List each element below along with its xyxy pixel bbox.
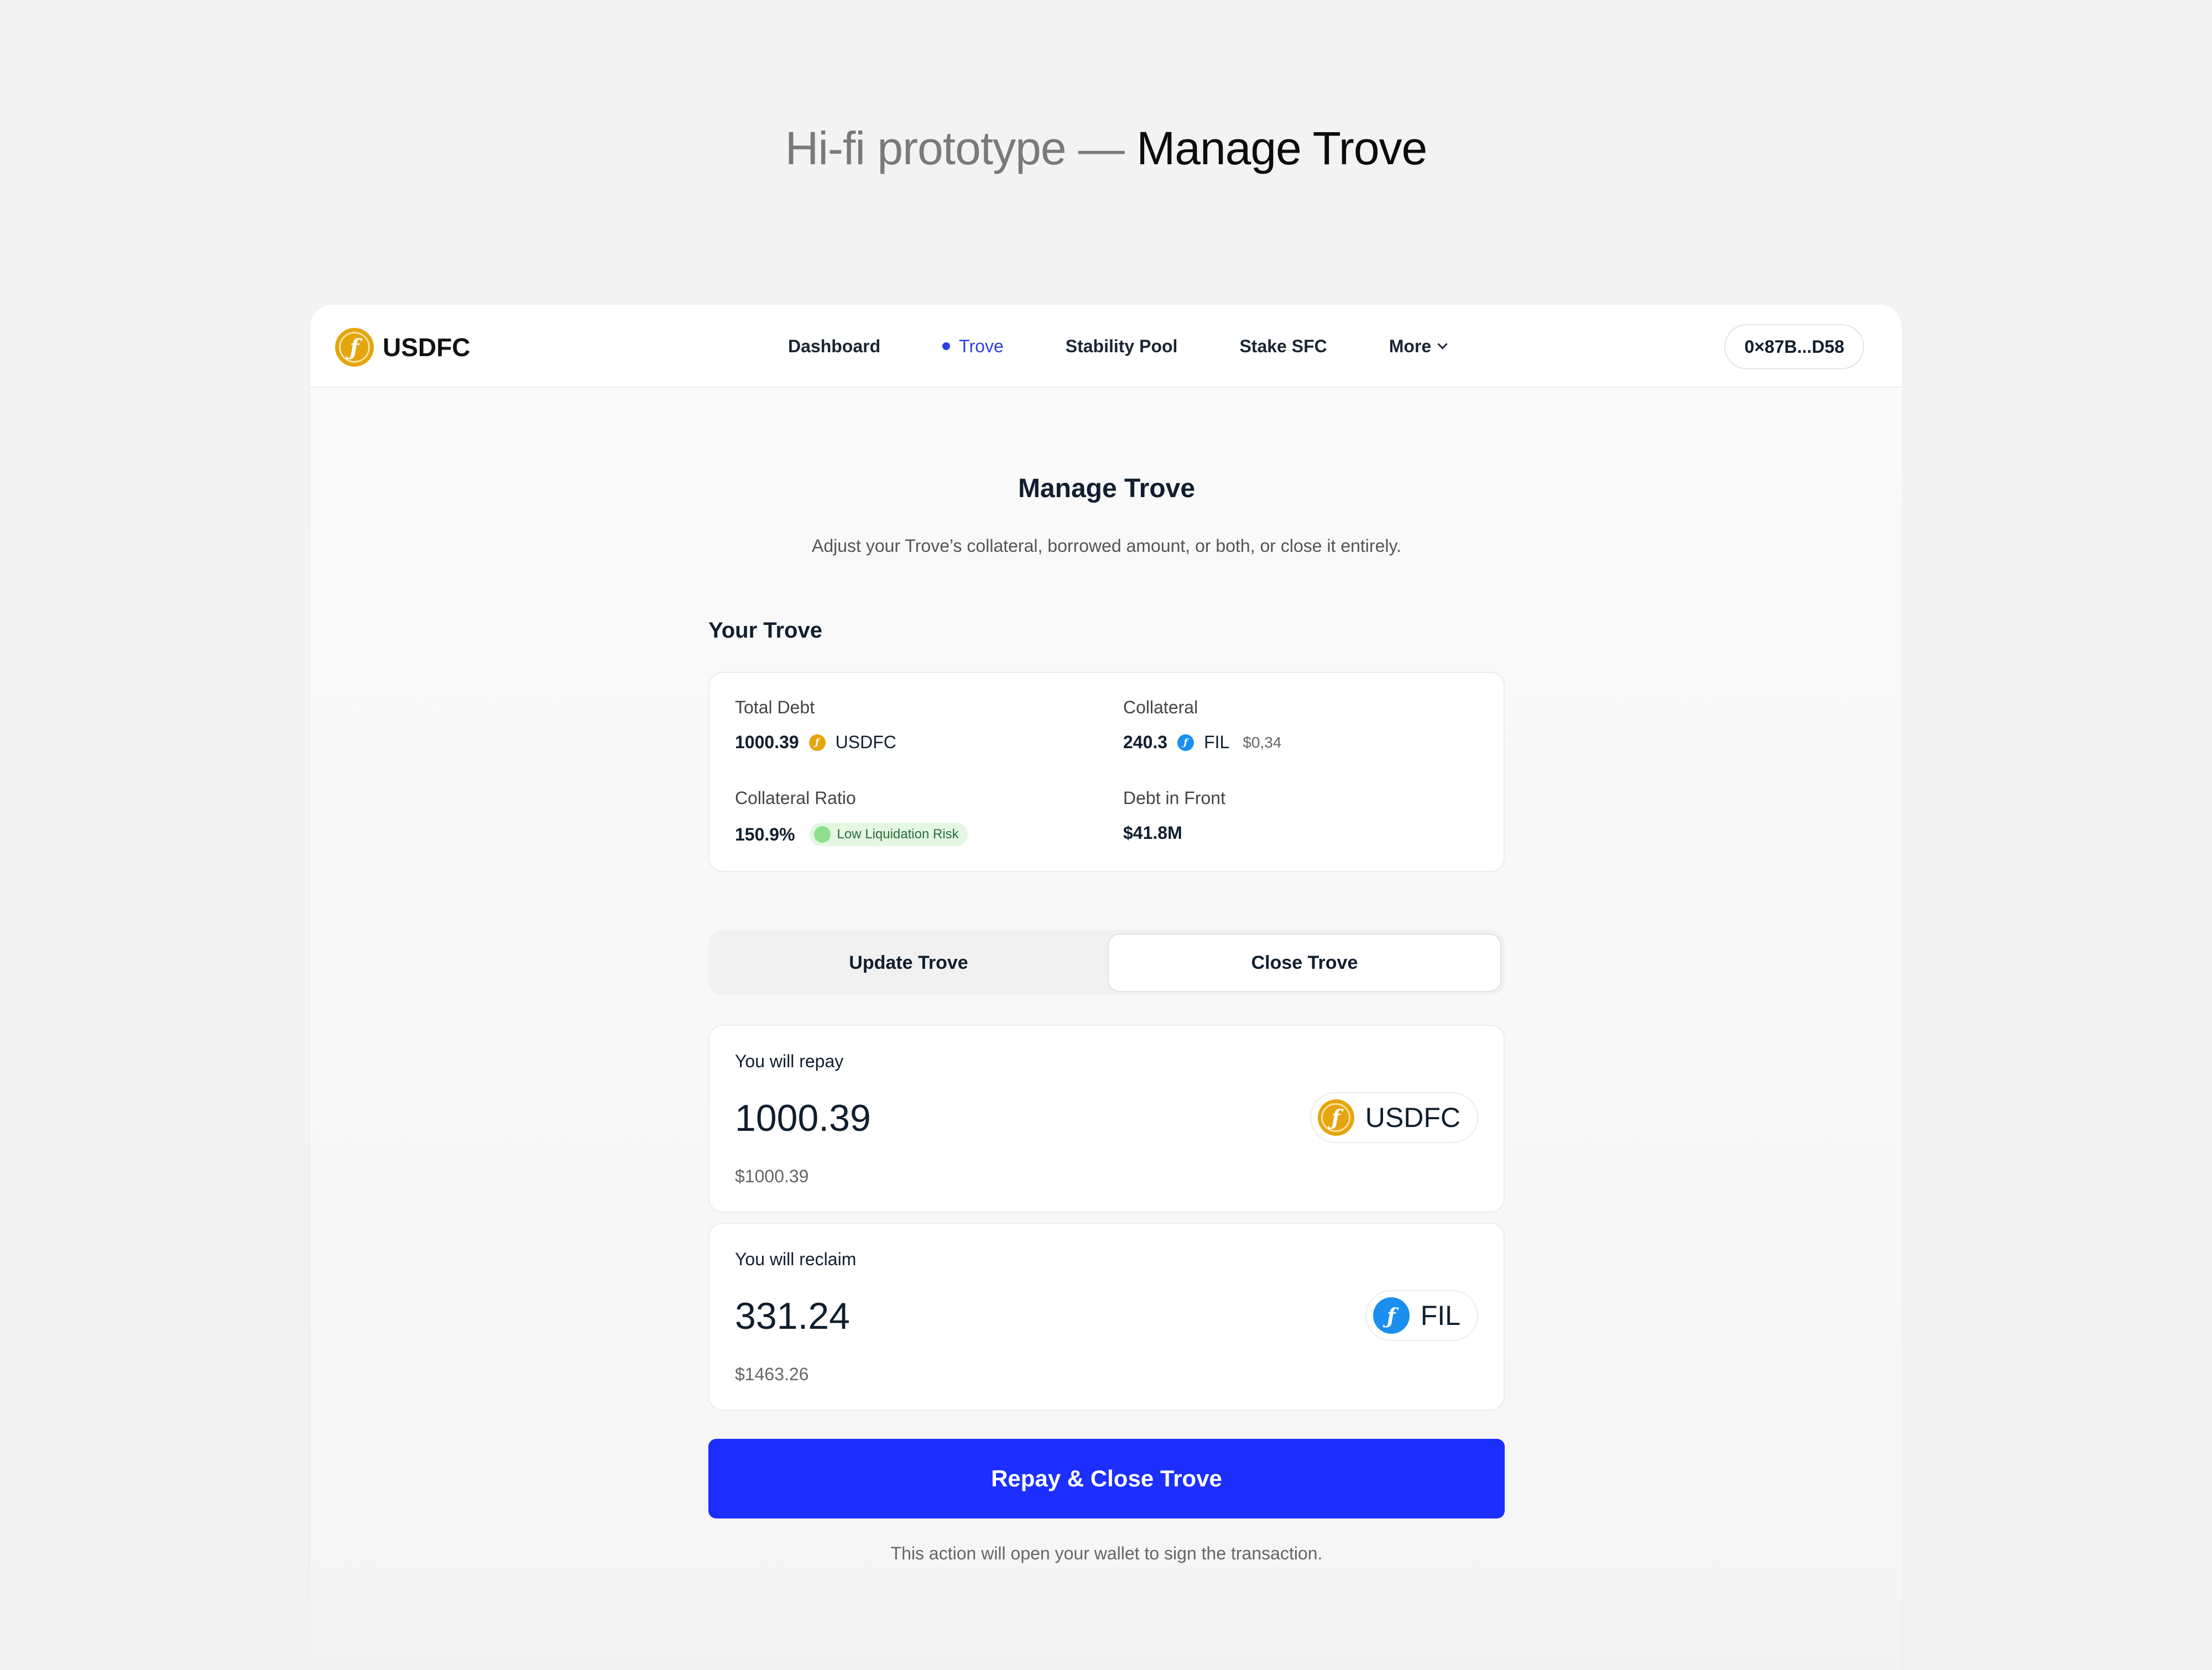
repay-usd-value: $1000.39 (735, 1166, 809, 1186)
brand-name: USDFC (383, 333, 471, 362)
collateral-ratio-cell: Collateral Ratio 150.9% Low Liquidation … (735, 788, 968, 846)
trove-summary-card: Total Debt 1000.39 ƒ USDFC Collateral 24… (708, 672, 1505, 872)
usdfc-coin-icon: ƒ (808, 734, 826, 751)
risk-badge-label: Low Liquidation Risk (837, 827, 959, 842)
fil-coin-icon: ƒ (1373, 1297, 1410, 1334)
reclaim-token-pill: ƒ FIL (1365, 1290, 1478, 1341)
nav-item-dashboard[interactable]: Dashboard (788, 336, 880, 357)
total-debt-label: Total Debt (735, 697, 815, 717)
brand-logo[interactable]: ƒ USDFC (335, 328, 470, 367)
risk-badge: Low Liquidation Risk (809, 823, 968, 846)
total-debt-value: 1000.39 (735, 732, 799, 752)
usdfc-coin-icon: ƒ (335, 328, 374, 367)
total-debt-unit: USDFC (835, 732, 896, 752)
repay-card: You will repay 1000.39 $1000.39 ƒ USDFC (708, 1025, 1505, 1213)
usdfc-coin-icon: ƒ (1317, 1099, 1354, 1136)
hero-heading: Hi-fi prototype — Manage Trove (0, 122, 2212, 175)
collateral-cell: Collateral 240.3 ƒ FIL $0,34 (1123, 697, 1281, 753)
repay-token-pill: ƒ USDFC (1310, 1092, 1478, 1143)
nav-item-stability-pool[interactable]: Stability Pool (1066, 336, 1178, 357)
reclaim-card: You will reclaim 331.24 $1463.26 ƒ FIL (708, 1223, 1505, 1411)
fil-price: $0,34 (1243, 733, 1282, 751)
app-window: ƒ USDFC Dashboard Trove Stability Pool S… (310, 305, 1902, 1670)
debt-in-front-cell: Debt in Front $41.8M (1123, 788, 1225, 843)
total-debt-cell: Total Debt 1000.39 ƒ USDFC (735, 697, 896, 753)
section-title: Your Trove (708, 618, 822, 643)
collateral-ratio-row: 150.9% Low Liquidation Risk (735, 823, 968, 846)
tab-close-trove[interactable]: Close Trove (1108, 933, 1501, 992)
hero-title: Manage Trove (1136, 122, 1427, 174)
repay-amount: 1000.39 (735, 1097, 871, 1139)
collateral-ratio-value: 150.9% (735, 824, 795, 844)
chevron-down-icon (1437, 338, 1448, 349)
trove-action-tabs: Update Trove Close Trove (708, 930, 1505, 995)
repay-label: You will repay (735, 1051, 844, 1071)
top-nav: ƒ USDFC Dashboard Trove Stability Pool S… (310, 305, 1902, 388)
active-dot-icon (942, 342, 951, 350)
main-menu: Dashboard Trove Stability Pool Stake SFC… (788, 305, 1508, 388)
collateral-ratio-label: Collateral Ratio (735, 788, 856, 808)
debt-in-front-value: $41.8M (1123, 823, 1182, 843)
page-title: Manage Trove (1018, 474, 1196, 503)
collateral-value-row: 240.3 ƒ FIL $0,34 (1123, 732, 1281, 753)
fil-coin-icon: ƒ (1177, 734, 1194, 751)
nav-item-stake-sfc[interactable]: Stake SFC (1239, 336, 1327, 357)
nav-item-more[interactable]: More (1389, 336, 1448, 357)
debt-in-front-label: Debt in Front (1123, 788, 1225, 808)
collateral-unit: FIL (1204, 732, 1230, 752)
page-subtitle: Adjust your Trove’s collateral, borrowed… (812, 536, 1401, 556)
nav-item-trove[interactable]: Trove (942, 336, 1004, 357)
repay-token-label: USDFC (1365, 1102, 1460, 1133)
tab-update-trove[interactable]: Update Trove (712, 933, 1105, 992)
collateral-value: 240.3 (1123, 732, 1168, 752)
collateral-label: Collateral (1123, 697, 1198, 717)
footnote: This action will open your wallet to sig… (890, 1543, 1323, 1563)
reclaim-amount: 331.24 (735, 1295, 850, 1337)
status-dot-icon (813, 826, 831, 843)
reclaim-label: You will reclaim (735, 1249, 857, 1269)
repay-close-trove-button[interactable]: Repay & Close Trove (708, 1439, 1505, 1518)
reclaim-token-label: FIL (1420, 1300, 1460, 1331)
nav-item-more-label: More (1389, 336, 1432, 356)
total-debt-value-row: 1000.39 ƒ USDFC (735, 732, 896, 753)
wallet-address-button[interactable]: 0×87B...D58 (1724, 324, 1864, 369)
nav-item-trove-label: Trove (959, 336, 1004, 356)
reclaim-usd-value: $1463.26 (735, 1364, 809, 1384)
hero-prefix: Hi-fi prototype — (785, 122, 1125, 174)
